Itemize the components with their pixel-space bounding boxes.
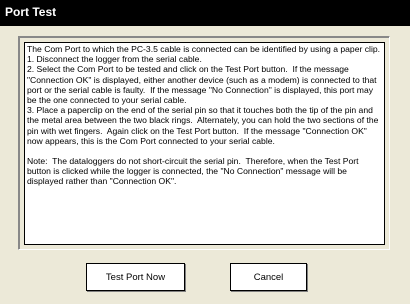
test-port-now-button[interactable]: Test Port Now (86, 263, 185, 291)
cancel-button[interactable]: Cancel (230, 263, 307, 291)
instructions-paragraph-steps: The Com Port to which the PC-3.5 cable i… (27, 44, 381, 146)
port-test-dialog: Port Test The Com Port to which the PC-3… (0, 0, 412, 304)
dialog-title: Port Test (0, 0, 410, 26)
instructions-paragraph-note: Note: The dataloggers do not short-circu… (27, 156, 361, 187)
instructions-textbox[interactable]: The Com Port to which the PC-3.5 cable i… (24, 42, 385, 245)
